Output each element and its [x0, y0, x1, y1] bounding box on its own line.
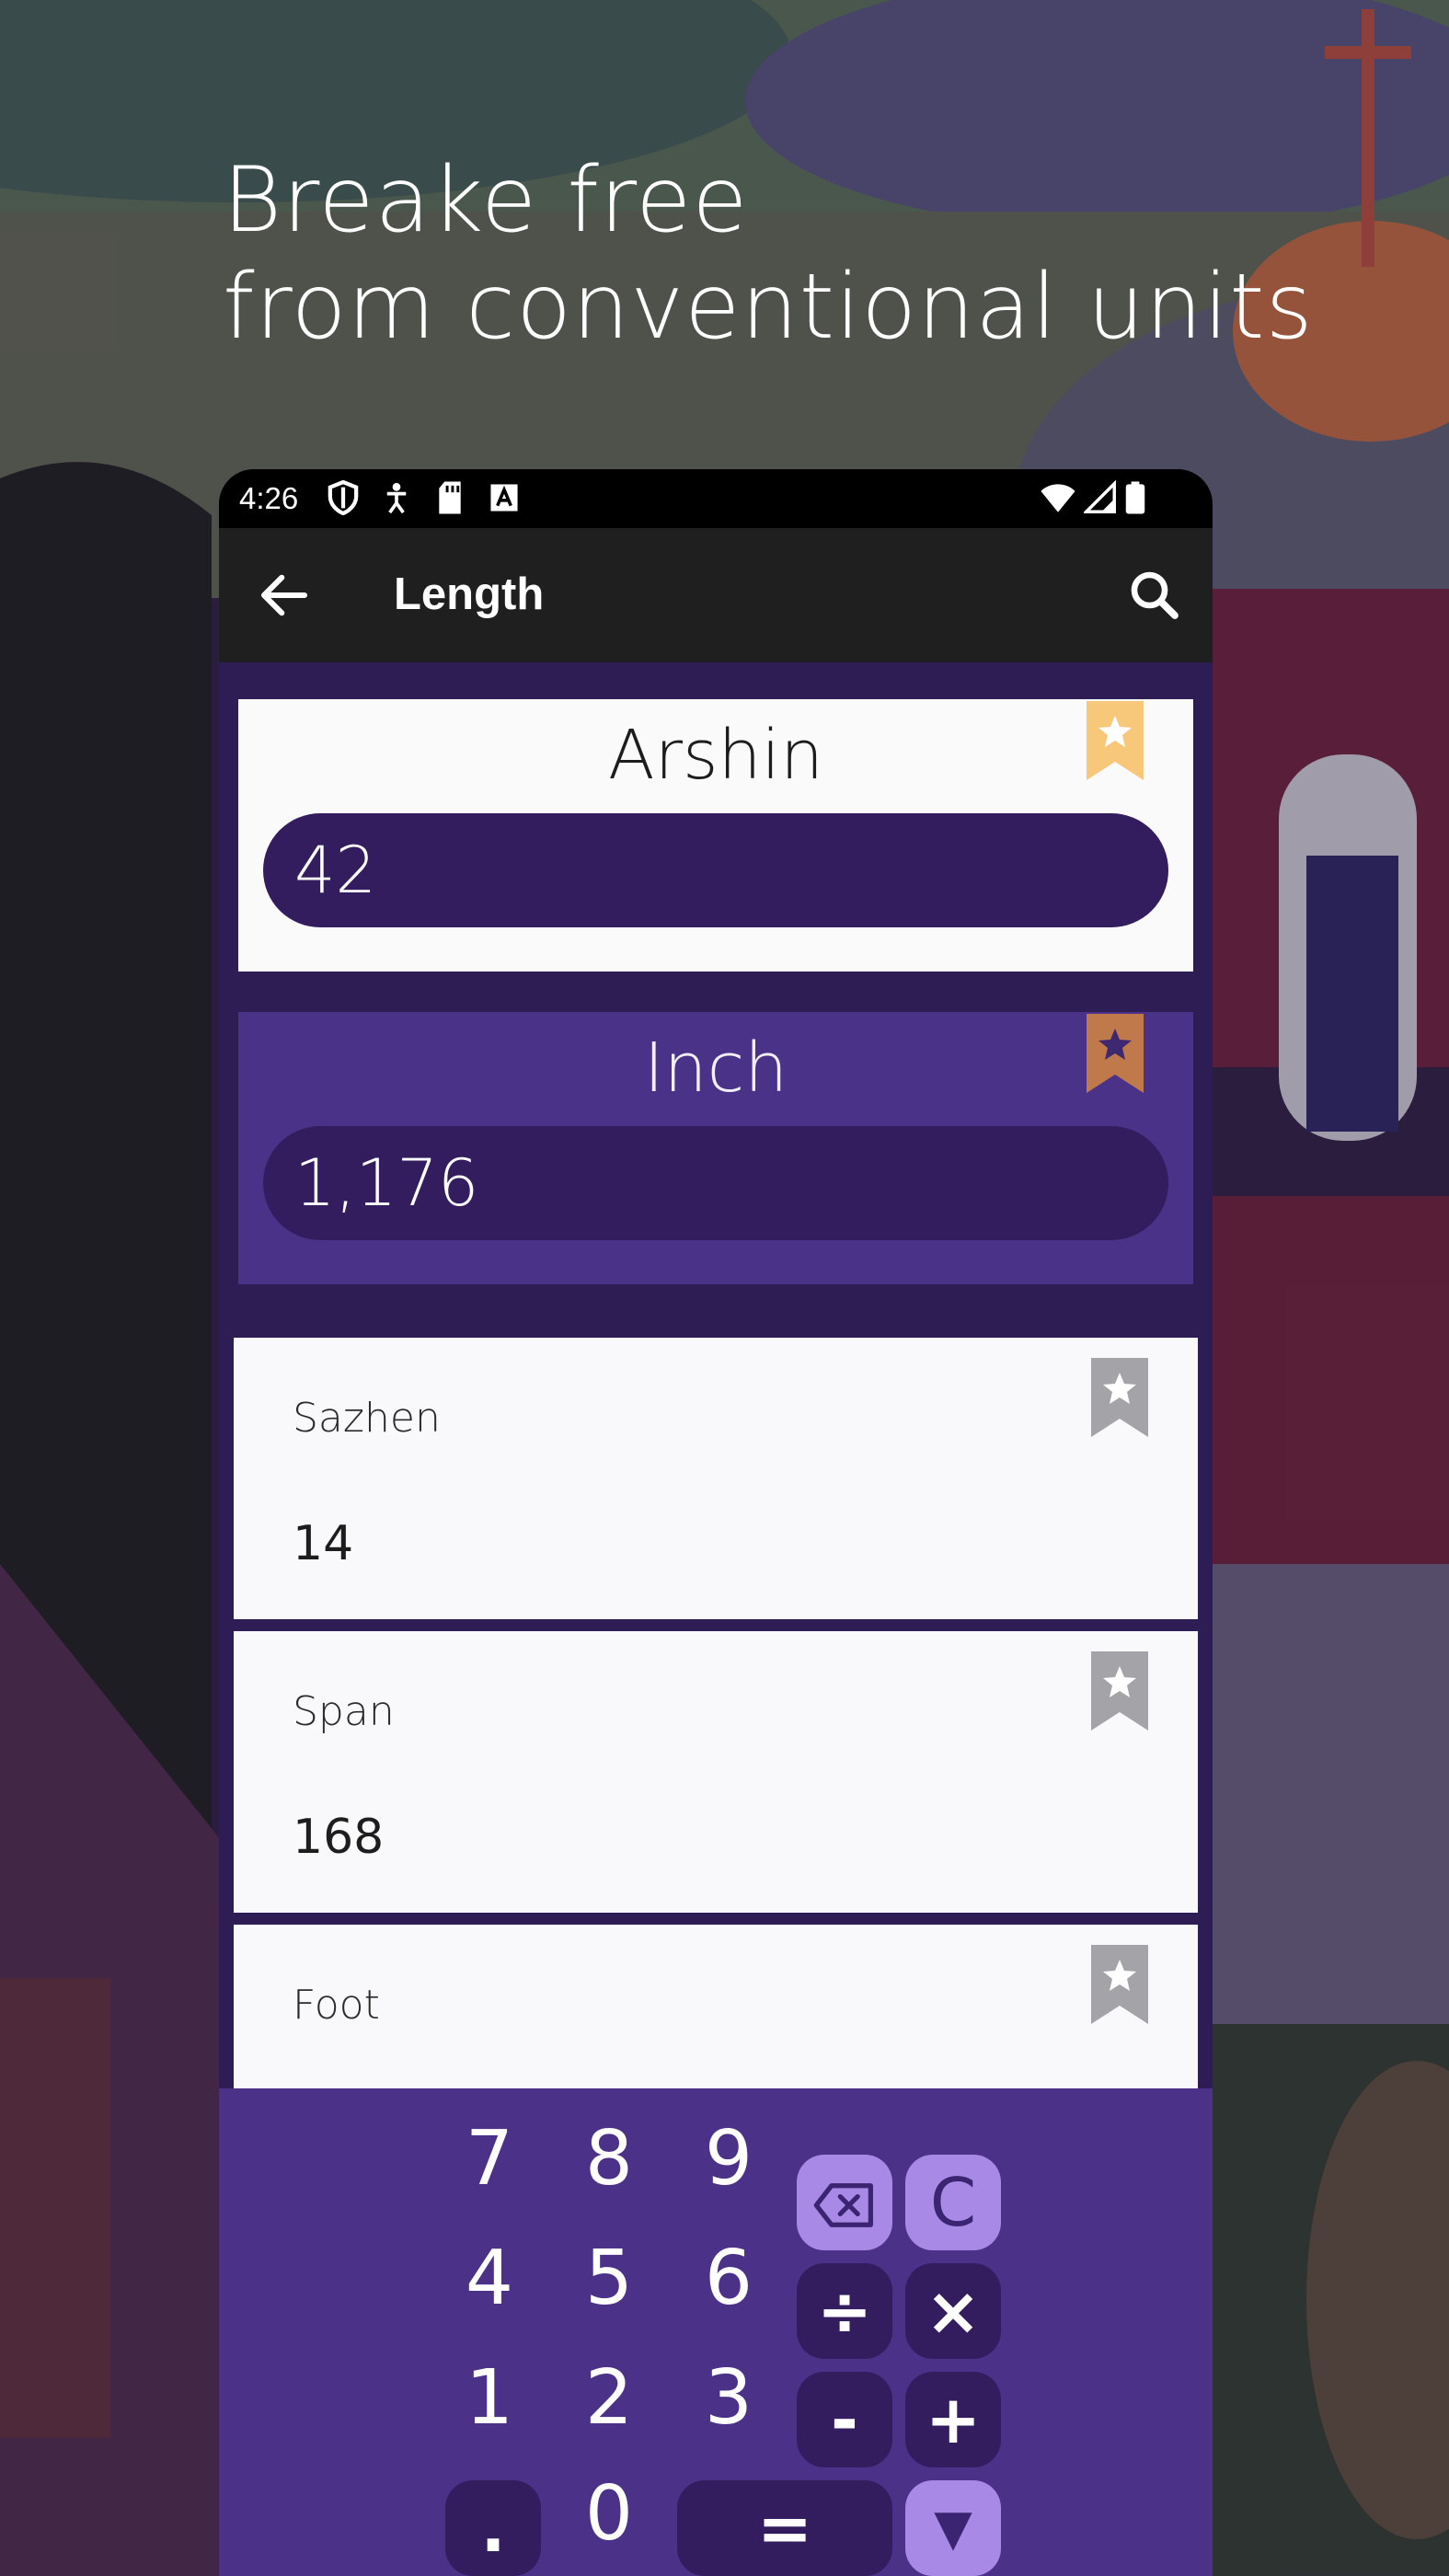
key-5[interactable]: 5	[558, 2228, 660, 2329]
target-value-display[interactable]: 1,176	[263, 1126, 1168, 1240]
plus-button[interactable]: +	[905, 2372, 1001, 2467]
source-value-input[interactable]: 42	[263, 813, 1168, 927]
multiply-button[interactable]: ×	[905, 2263, 1001, 2359]
key-2[interactable]: 2	[558, 2348, 660, 2449]
target-unit-name: Inch	[643, 1029, 788, 1108]
unit-list-value: 168	[293, 1810, 385, 1865]
converter-content: Arshin 42 Inch 1,176 Sazhen 14 Span 168	[219, 662, 1213, 2109]
unit-list-item[interactable]: Span 168	[234, 1631, 1198, 1913]
bookmark-star-icon[interactable]	[1091, 1945, 1148, 2024]
key-7[interactable]: 7	[439, 2109, 540, 2210]
shield-icon	[328, 479, 359, 523]
headline: Breake free from conventional units	[223, 147, 1314, 361]
equals-button[interactable]: =	[677, 2480, 892, 2576]
sd-card-icon	[436, 480, 464, 523]
key-4[interactable]: 4	[439, 2228, 540, 2329]
clear-button[interactable]: C	[905, 2155, 1001, 2250]
app-bar: Length	[219, 528, 1213, 662]
key-0[interactable]: 0	[558, 2464, 660, 2565]
unit-list-item[interactable]: Sazhen 14	[234, 1338, 1198, 1619]
backspace-button[interactable]	[797, 2155, 892, 2250]
decimal-button[interactable]: .	[445, 2480, 541, 2576]
backspace-icon	[811, 2170, 879, 2235]
wifi-icon	[1040, 480, 1076, 523]
accessibility-icon	[383, 480, 410, 523]
source-unit-name: Arshin	[608, 716, 823, 795]
headline-line-2: from conventional units	[223, 255, 1314, 360]
key-8[interactable]: 8	[558, 2109, 660, 2210]
unit-list-name: Sazhen	[293, 1395, 441, 1442]
bookmark-star-icon[interactable]	[1091, 1358, 1148, 1437]
status-bar: 4:26	[219, 469, 1213, 528]
bookmark-star-icon[interactable]	[1087, 701, 1144, 780]
source-unit-card[interactable]: Arshin 42	[238, 699, 1193, 972]
unit-list-value: 14	[293, 1516, 354, 1571]
key-9[interactable]: 9	[678, 2109, 779, 2210]
divide-button[interactable]: ÷	[797, 2263, 892, 2359]
phone-screen: 4:26 Length Arshin 42 Inch 1,176 Sazhen …	[219, 469, 1213, 2576]
chevron-down-icon: ▼	[934, 2499, 972, 2557]
keyboard-a-icon	[489, 480, 519, 523]
battery-icon	[1124, 480, 1146, 523]
key-1[interactable]: 1	[439, 2348, 540, 2449]
collapse-keypad-button[interactable]: ▼	[905, 2480, 1001, 2576]
keypad: 7 8 9 C 4 5 6 ÷ × 1 2 3 - + . 0 = ▼	[219, 2088, 1213, 2576]
search-icon[interactable]	[1124, 565, 1185, 626]
status-time: 4:26	[239, 481, 299, 515]
back-arrow-icon[interactable]	[254, 565, 315, 626]
minus-button[interactable]: -	[797, 2372, 892, 2467]
key-3[interactable]: 3	[678, 2348, 779, 2449]
headline-line-1: Breake free	[223, 148, 749, 253]
key-6[interactable]: 6	[678, 2228, 779, 2329]
unit-list-name: Foot	[293, 1982, 380, 2029]
bookmark-star-icon[interactable]	[1087, 1014, 1144, 1093]
page-title: Length	[394, 569, 545, 619]
unit-list-item[interactable]: Foot	[234, 1925, 1198, 2109]
unit-list-name: Span	[293, 1688, 395, 1735]
bookmark-star-icon[interactable]	[1091, 1651, 1148, 1731]
target-unit-card[interactable]: Inch 1,176	[238, 1012, 1193, 1284]
signal-icon	[1082, 479, 1117, 523]
